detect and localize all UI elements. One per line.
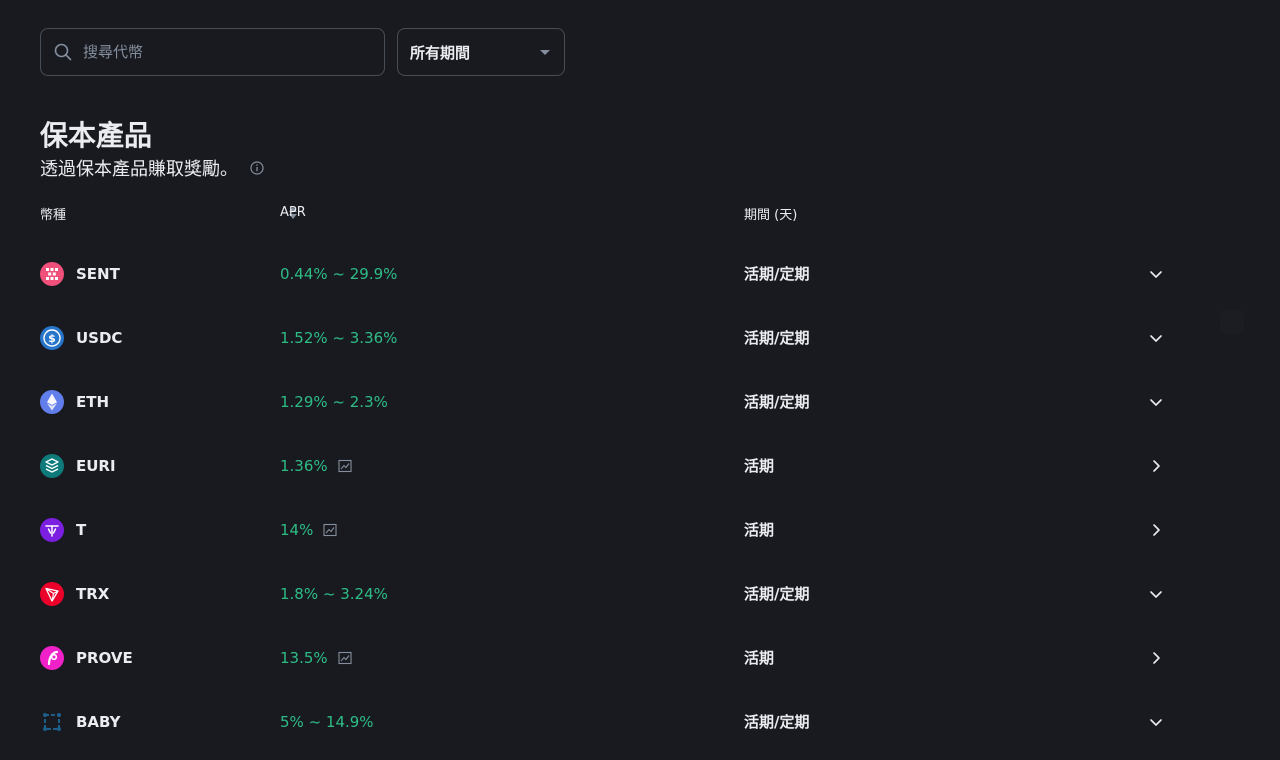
chevron-right-icon[interactable] bbox=[1148, 458, 1164, 474]
floating-widget[interactable] bbox=[1220, 310, 1244, 334]
coin-name: T bbox=[76, 521, 87, 539]
apr-value: 5% ~ 14.9% bbox=[280, 713, 374, 731]
apr-value: 1.52% ~ 3.36% bbox=[280, 329, 398, 347]
coin-name: TRX bbox=[76, 585, 110, 603]
search-input[interactable] bbox=[81, 42, 361, 62]
baby-coin-icon bbox=[43, 713, 61, 731]
table-row[interactable]: $ USDC 1.52% ~ 3.36% 活期/定期 bbox=[0, 306, 1280, 370]
chevron-down-icon[interactable] bbox=[1148, 714, 1164, 730]
t-coin-icon bbox=[40, 518, 64, 542]
coin-name: ETH bbox=[76, 393, 110, 411]
period-value: 活期 bbox=[744, 649, 775, 667]
chevron-down-icon[interactable] bbox=[1148, 330, 1164, 346]
header-apr[interactable]: APR bbox=[280, 205, 306, 220]
period-value: 活期/定期 bbox=[744, 393, 810, 411]
apr-value: 1.29% ~ 2.3% bbox=[280, 393, 388, 411]
eth-coin-icon bbox=[40, 390, 64, 414]
coin-name: SENT bbox=[76, 265, 120, 283]
period-value: 活期 bbox=[744, 521, 775, 539]
chart-icon[interactable] bbox=[338, 459, 352, 473]
period-value: 活期 bbox=[744, 457, 775, 475]
apr-value: 1.36% bbox=[280, 456, 352, 476]
chevron-right-icon[interactable] bbox=[1148, 650, 1164, 666]
info-icon[interactable] bbox=[250, 161, 264, 175]
period-filter-value: 所有期間 bbox=[410, 43, 471, 62]
sent-coin-icon bbox=[40, 262, 64, 286]
table-row[interactable]: EURI 1.36% 活期 bbox=[0, 434, 1280, 498]
period-filter-select[interactable]: 所有期間 bbox=[397, 28, 565, 76]
caret-down-icon bbox=[540, 49, 550, 55]
header-period: 期間 (天) bbox=[744, 208, 798, 223]
chevron-right-icon[interactable] bbox=[1148, 522, 1164, 538]
apr-value: 13.5% bbox=[280, 648, 352, 668]
filter-bar: 所有期間 bbox=[40, 28, 565, 76]
chart-icon[interactable] bbox=[323, 523, 337, 537]
usdc-coin-icon: $ bbox=[40, 326, 64, 350]
section-subtitle: 透過保本產品賺取獎勵。 bbox=[40, 159, 238, 180]
table-row[interactable]: TRX 1.8% ~ 3.24% 活期/定期 bbox=[0, 562, 1280, 626]
section-subtitle-row: 透過保本產品賺取獎勵。 bbox=[40, 156, 264, 184]
section-title: 保本產品 bbox=[40, 119, 153, 152]
chevron-down-icon[interactable] bbox=[1148, 586, 1164, 602]
coin-name: EURI bbox=[76, 457, 116, 475]
search-icon bbox=[54, 43, 72, 61]
chevron-down-icon[interactable] bbox=[1148, 266, 1164, 282]
period-value: 活期/定期 bbox=[744, 713, 810, 731]
period-value: 活期/定期 bbox=[744, 585, 810, 603]
apr-value: 14% bbox=[280, 520, 337, 540]
header-apr-label: APR bbox=[280, 205, 306, 220]
euri-coin-icon bbox=[40, 454, 64, 478]
period-value: 活期/定期 bbox=[744, 329, 810, 347]
apr-value: 1.8% ~ 3.24% bbox=[280, 585, 388, 603]
table-row[interactable]: BABY 5% ~ 14.9% 活期/定期 bbox=[0, 690, 1280, 754]
chevron-down-icon[interactable] bbox=[1148, 394, 1164, 410]
coin-name: USDC bbox=[76, 329, 123, 347]
period-value: 活期/定期 bbox=[744, 265, 810, 283]
table-row[interactable]: PROVE 13.5% 活期 bbox=[0, 626, 1280, 690]
svg-text:$: $ bbox=[48, 332, 56, 345]
header-coin: 幣種 bbox=[40, 208, 67, 223]
coin-name: PROVE bbox=[76, 649, 133, 667]
table-row[interactable]: SENT 0.44% ~ 29.9% 活期/定期 bbox=[0, 242, 1280, 306]
trx-coin-icon bbox=[40, 582, 64, 606]
table-row[interactable]: ETH 1.29% ~ 2.3% 活期/定期 bbox=[0, 370, 1280, 434]
apr-value: 0.44% ~ 29.9% bbox=[280, 265, 398, 283]
prove-coin-icon bbox=[40, 646, 64, 670]
table-header: 幣種 APR 期間 (天) bbox=[0, 205, 1280, 226]
search-box[interactable] bbox=[40, 28, 385, 76]
chart-icon[interactable] bbox=[338, 651, 352, 665]
coin-name: BABY bbox=[76, 713, 121, 731]
table-row[interactable]: T 14% 活期 bbox=[0, 498, 1280, 562]
